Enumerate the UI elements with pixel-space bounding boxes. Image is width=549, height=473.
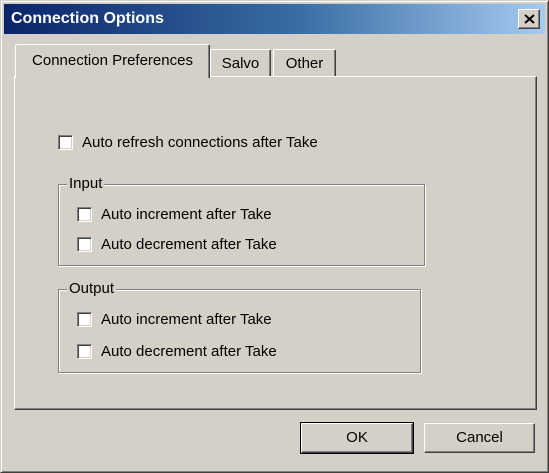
- auto-refresh-label: Auto refresh connections after Take: [82, 134, 318, 151]
- auto-refresh-option[interactable]: Auto refresh connections after Take: [58, 134, 358, 154]
- output-auto-decrement-checkbox[interactable]: [77, 344, 92, 359]
- input-auto-decrement-checkbox[interactable]: [77, 237, 92, 252]
- tab-salvo[interactable]: Salvo: [210, 49, 271, 78]
- input-auto-increment-checkbox[interactable]: [77, 207, 92, 222]
- title-bar[interactable]: Connection Options: [4, 4, 545, 34]
- cancel-button[interactable]: Cancel: [424, 423, 535, 453]
- output-group-label: Output: [67, 279, 117, 299]
- tab-label: Other: [285, 55, 324, 72]
- input-auto-increment-label: Auto increment after Take: [101, 206, 272, 223]
- output-auto-decrement-label: Auto decrement after Take: [101, 343, 277, 360]
- tab-label: Salvo: [221, 55, 260, 72]
- tab-label: Connection Preferences: [32, 52, 193, 69]
- input-auto-decrement-label: Auto decrement after Take: [101, 236, 277, 253]
- tab-other[interactable]: Other: [273, 49, 336, 78]
- ok-button[interactable]: OK: [300, 422, 414, 454]
- auto-refresh-checkbox[interactable]: [58, 135, 73, 150]
- close-icon: [524, 14, 535, 24]
- tab-panel-connection-preferences: Auto refresh connections after Take Inpu…: [14, 76, 537, 410]
- output-auto-decrement-option[interactable]: Auto decrement after Take: [77, 343, 327, 363]
- cancel-button-label: Cancel: [456, 429, 503, 446]
- output-groupbox: Output Auto increment after Take Auto de…: [58, 279, 421, 373]
- window-title: Connection Options: [11, 10, 164, 27]
- input-group-label: Input: [67, 174, 105, 194]
- tab-connection-preferences[interactable]: Connection Preferences: [15, 44, 210, 78]
- input-auto-decrement-option[interactable]: Auto decrement after Take: [77, 236, 327, 256]
- output-auto-increment-checkbox[interactable]: [77, 312, 92, 327]
- output-auto-increment-option[interactable]: Auto increment after Take: [77, 311, 327, 331]
- output-auto-increment-label: Auto increment after Take: [101, 311, 272, 328]
- input-groupbox: Input Auto increment after Take Auto dec…: [58, 174, 425, 266]
- close-button[interactable]: [518, 9, 540, 29]
- ok-button-label: OK: [346, 429, 368, 446]
- input-auto-increment-option[interactable]: Auto increment after Take: [77, 206, 327, 226]
- connection-options-dialog: Connection Options Connection Preference…: [0, 0, 549, 473]
